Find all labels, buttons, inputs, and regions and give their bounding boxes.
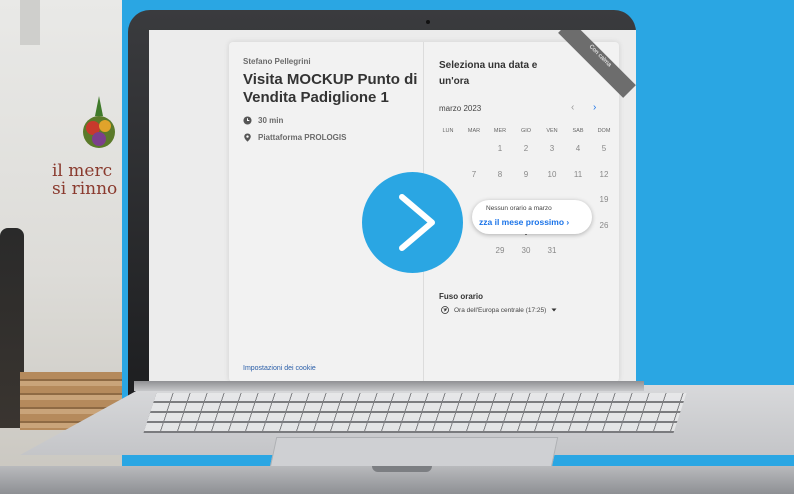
play-chevron-icon (399, 194, 435, 251)
calendar-day (591, 245, 617, 271)
calendar-day: 26 (599, 220, 609, 230)
background-pillar (20, 0, 40, 45)
caret-down-icon (551, 308, 557, 312)
timezone-label: Fuso orario (439, 292, 484, 301)
keyboard-keys (143, 393, 687, 433)
calendar-day: 3 (549, 144, 555, 153)
weekday-label: GIO (520, 128, 532, 134)
calendar-day: 12 (599, 169, 609, 179)
calendar-day (565, 245, 591, 271)
calendar-day: 5 (601, 144, 607, 153)
location-text: Piattaforma PROLOGIS (258, 133, 347, 142)
calendar-day: 10 (547, 169, 557, 179)
weekday-header: LUN MAR MER GIO VEN SAB DOM (435, 128, 617, 134)
next-month-link-label[interactable]: zza il mese prossimo (479, 217, 564, 227)
calendar-day: 2 (523, 144, 529, 153)
no-availability-tooltip: Nessun orario a marzo zza il mese prossi… (472, 200, 592, 234)
calendar-day: 7 (471, 169, 477, 179)
laptop-hinge (134, 381, 644, 391)
calendar-day: 4 (575, 144, 581, 153)
calendar-day: 9 (523, 169, 529, 179)
clock-icon (243, 116, 252, 125)
laptop-notch (372, 466, 432, 472)
select-date-heading: Seleziona una data e un'ora (439, 60, 538, 87)
timezone-selector[interactable]: Ora dell'Europa centrale (17:25) (441, 306, 557, 314)
calendar-day: 31 (547, 246, 557, 255)
calendar-day: 19 (599, 195, 609, 204)
location-pin-icon (244, 133, 251, 142)
next-month-link[interactable]: zza il mese prossimo › (479, 217, 569, 227)
location-row: Piattaforma PROLOGIS (243, 133, 346, 142)
camera-icon (426, 20, 430, 24)
calendar-day: 30 (521, 246, 531, 255)
duration-row: 30 min (243, 116, 283, 125)
timezone-value[interactable]: Ora dell'Europa centrale (17:25) (454, 307, 546, 314)
weekday-label: VEN (546, 128, 558, 134)
calendar-day (461, 245, 487, 271)
play-button[interactable] (362, 172, 463, 273)
previous-month-button[interactable]: ‹ (571, 102, 574, 113)
background-sign-text: il merc si rinno (52, 161, 118, 199)
cookie-settings-link[interactable]: Impostazioni dei cookie (243, 365, 316, 372)
month-label: marzo 2023 (439, 104, 482, 113)
tooltip-message: Nessun orario a marzo (486, 205, 552, 212)
calendar-day: 29 (495, 246, 505, 255)
event-title: Visita MOCKUP Punto di Vendita Padiglion… (243, 71, 418, 106)
powered-by-ribbon[interactable]: Con calma (558, 30, 636, 98)
calendar-day (461, 143, 487, 169)
weekday-label: MAR (467, 128, 481, 134)
calendar-day: 1 (497, 144, 503, 153)
weekday-label: SAB (572, 128, 584, 134)
globe-icon (441, 306, 449, 314)
weekday-label: MER (493, 128, 507, 134)
next-month-button[interactable]: › (593, 102, 596, 113)
calendar-day (435, 143, 461, 169)
chevron-right-icon: › (566, 217, 570, 227)
calendar-day: 8 (497, 169, 503, 179)
fruit-logo-icon (83, 96, 115, 148)
weekday-label: DOM (597, 128, 611, 134)
host-name: Stefano Pellegrini (243, 57, 311, 66)
weekday-label: LUN (442, 128, 454, 134)
calendar-day: 11 (573, 169, 583, 179)
duration-text: 30 min (258, 116, 284, 125)
